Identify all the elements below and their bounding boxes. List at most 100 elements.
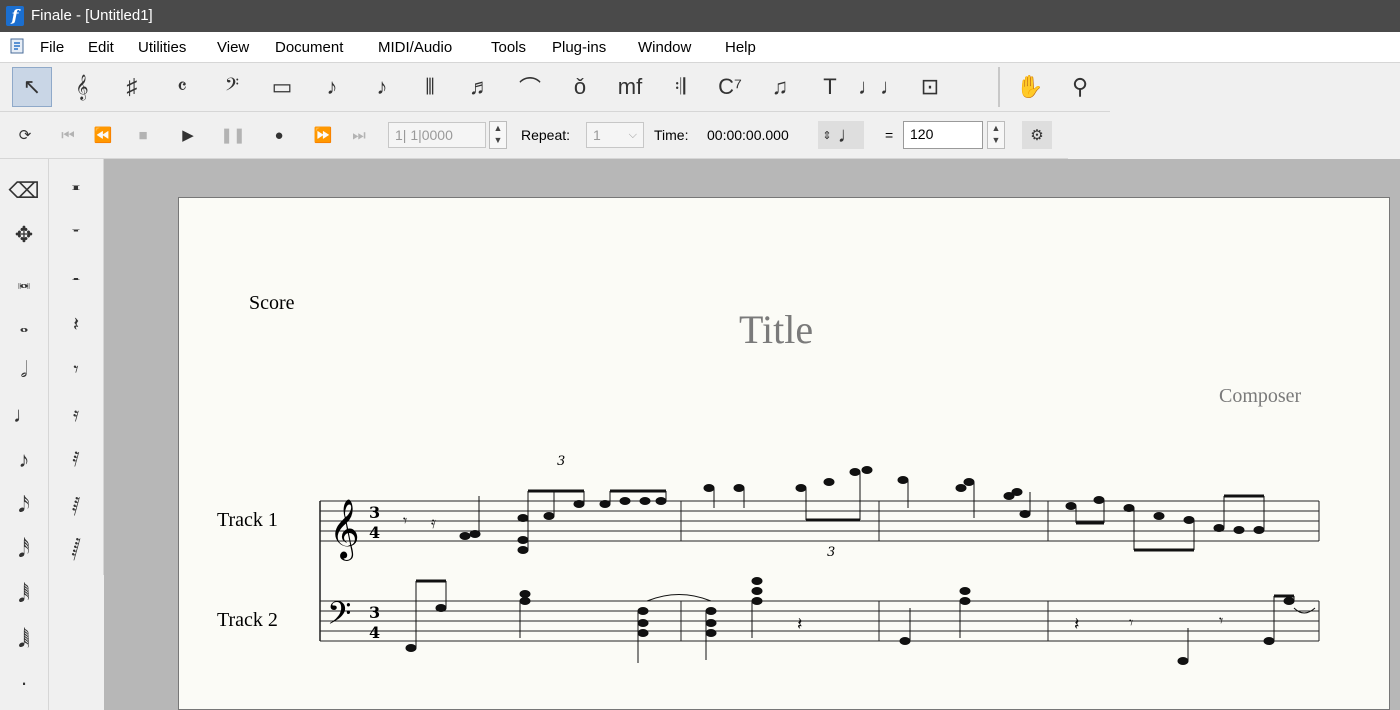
window-title: Finale - [Untitled1] (31, 7, 153, 24)
eighth-note-icon[interactable]: ♪ (6, 442, 42, 478)
sixteenth-rest-icon[interactable]: 𝄿 (58, 397, 94, 433)
double-whole-note-icon[interactable]: 𝅜 (6, 263, 42, 299)
time-sig-top-1[interactable]: 3 (369, 503, 380, 522)
refresh-icon[interactable]: ⟳ (10, 121, 40, 149)
text-tool-icon[interactable]: T (810, 67, 850, 107)
half-rest-icon[interactable]: 𝄼 (58, 263, 94, 299)
menu-plug-ins[interactable]: Plug-ins (552, 39, 606, 56)
track-1-notes[interactable]: 𝄾 𝄿 (403, 466, 1265, 554)
whole-rest-icon[interactable]: 𝄻 (58, 217, 94, 253)
lyrics-tool-icon[interactable]: ♫ (760, 67, 800, 107)
menu-utilities[interactable]: Utilities (138, 39, 186, 56)
time-display: 00:00:00.000 (707, 127, 789, 143)
eighth-rest-icon: 𝄾 (403, 513, 407, 530)
document-icon[interactable] (10, 38, 24, 54)
tuplet-label-2[interactable]: 3 (827, 545, 835, 560)
entry-tools-palette: ⌫ ✥ 𝅜 𝅝 𝅗𝅥 ♩ ♪ 𝅘𝅥𝅯 𝅘𝅥𝅰 𝅘𝅥𝅱 𝅘𝅥𝅲 · (0, 159, 49, 710)
score-page[interactable]: Score Title Composer Track 1 Track 2 𝄞 𝄢… (178, 197, 1390, 710)
one-twenty-eighth-rest-icon[interactable]: 𝅂 (58, 532, 94, 568)
dynamics-tool-icon[interactable]: mf (610, 67, 650, 107)
hand-grabber-tool-icon[interactable]: ✋ (1010, 67, 1050, 107)
time-signature-tool-icon[interactable]: 𝄴 (162, 67, 202, 107)
sixteenth-rest-icon: 𝄿 (431, 515, 436, 532)
eighth-rest-icon: 𝄾 (1129, 615, 1133, 632)
sixteenth-note-icon[interactable]: 𝅘𝅥𝅯 (6, 487, 42, 523)
thirty-second-note-icon[interactable]: 𝅘𝅥𝅰 (6, 532, 42, 568)
menu-window[interactable]: Window (638, 39, 691, 56)
bass-clef-icon[interactable]: 𝄢 (327, 595, 351, 639)
stop-icon[interactable]: ■ (128, 121, 158, 149)
bass-staff[interactable] (320, 600, 1319, 642)
updown-icon: ⇕ (822, 129, 832, 142)
tuplet-tool-icon[interactable]: ⫴ (410, 67, 450, 107)
speedy-entry-tool-icon[interactable]: ♪ (362, 67, 402, 107)
selection-tool-icon[interactable]: ↖ (12, 67, 52, 107)
tempo-note-selector[interactable]: ⇕ ♩ (818, 121, 864, 149)
tempo-equals: = (885, 127, 894, 143)
chord-tool-icon[interactable]: C⁷ (710, 67, 750, 107)
quarter-rest-icon: 𝄽 (1074, 614, 1080, 634)
double-whole-rest-icon[interactable]: 𝄺 (58, 173, 94, 209)
rewind-to-start-icon[interactable]: ⏮ (53, 121, 83, 149)
quarter-note-icon[interactable]: ♩ (6, 397, 42, 433)
whole-note-icon[interactable]: 𝅝 (6, 307, 42, 343)
expression-tool-icon[interactable]: ǒ (560, 67, 600, 107)
measure-counter-field[interactable]: 1| 1|0000 (388, 122, 486, 148)
quarter-rest-icon[interactable]: 𝄽 (58, 307, 94, 343)
treble-clef-icon[interactable]: 𝄞 (329, 499, 360, 561)
fast-forward-to-end-icon[interactable]: ⏭ (344, 121, 374, 149)
menu-midi-audio[interactable]: MIDI/Audio (378, 39, 452, 56)
time-label: Time: (654, 127, 689, 143)
barlines (680, 501, 1320, 641)
thirty-second-rest-icon[interactable]: 𝅀 (58, 442, 94, 478)
measure-counter-stepper[interactable]: ▲ ▼ (489, 121, 507, 149)
simple-entry-tool-icon[interactable]: ♪ (312, 67, 352, 107)
measure-tool-icon[interactable]: ▭ (262, 67, 302, 107)
menu-view[interactable]: View (217, 39, 249, 56)
play-icon[interactable]: ▶ (173, 121, 203, 149)
pause-icon[interactable]: ❚❚ (218, 121, 248, 149)
clef-tool-icon[interactable]: 𝄢 (212, 67, 252, 107)
repeat-select[interactable]: 1 ⌵ (586, 122, 644, 148)
rewind-icon[interactable]: ⏪ (88, 121, 118, 149)
half-note-icon[interactable]: 𝅗𝅥 (6, 352, 42, 388)
fast-forward-icon[interactable]: ⏩ (308, 121, 338, 149)
articulation-tool-icon[interactable]: ♬ (460, 67, 500, 107)
key-signature-tool-icon[interactable]: ♯ (112, 67, 152, 107)
sixty-fourth-rest-icon[interactable]: 𝅁 (58, 487, 94, 523)
page-layout-tool-icon[interactable]: ⊡ (910, 67, 950, 107)
playback-controls: ⟳ ⏮ ⏪ ■ ▶ ❚❚ ● ⏩ ⏭ 1| 1|0000 ▲ ▼ Repeat: … (0, 112, 1068, 159)
menu-file[interactable]: File (40, 39, 64, 56)
time-sig-top-2[interactable]: 3 (369, 603, 380, 622)
smart-shape-tool-icon[interactable]: ⌒ (510, 67, 550, 107)
toolbar-separator (998, 67, 1000, 107)
tuplet-label-1[interactable]: 3 (557, 454, 565, 469)
settings-gear-icon[interactable]: ⚙ (1022, 121, 1052, 149)
eighth-rest-icon: 𝄾 (1219, 613, 1223, 630)
eighth-rest-icon[interactable]: 𝄾 (58, 352, 94, 388)
music-notation[interactable]: 𝄞 𝄢 3 4 3 4 𝄾 𝄿 3 3 𝄽 𝄽 𝄾 𝄾 (179, 198, 1389, 709)
rest-tools-palette: 𝄺 𝄻 𝄼 𝄽 𝄾 𝄿 𝅀 𝅁 𝅂 (49, 159, 104, 575)
main-tool-palette: ↖ 𝄞 ♯ 𝄴 𝄢 ▭ ♪ ♪ ⫴ ♬ ⌒ ǒ mf 𝄇 C⁷ ♫ T ♩♩ ⊡ ✋ ⚲ (0, 63, 1110, 112)
repeat-label: Repeat: (521, 127, 571, 143)
repeat-tool-icon[interactable]: 𝄇 (660, 67, 700, 107)
menu-bar: File Edit Utilities View Document MIDI/A… (0, 32, 1400, 63)
time-sig-bottom-1[interactable]: 4 (369, 523, 380, 542)
menu-tools[interactable]: Tools (491, 39, 526, 56)
one-twenty-eighth-note-icon[interactable]: 𝅘𝅥𝅲 (6, 622, 42, 658)
menu-help[interactable]: Help (725, 39, 756, 56)
time-sig-bottom-2[interactable]: 4 (369, 623, 380, 642)
finale-app-icon[interactable]: f (6, 6, 24, 26)
menu-document[interactable]: Document (275, 39, 343, 56)
tempo-stepper[interactable]: ▲ ▼ (987, 121, 1005, 149)
sixty-fourth-note-icon[interactable]: 𝅘𝅥𝅱 (6, 577, 42, 613)
navigation-icon[interactable]: ✥ (6, 217, 42, 253)
special-tools-icon[interactable]: ♩♩ (858, 67, 902, 107)
staff-tool-icon[interactable]: 𝄞 (62, 67, 102, 107)
menu-edit[interactable]: Edit (88, 39, 114, 56)
tempo-input[interactable]: 120 (903, 121, 983, 149)
eraser-icon[interactable]: ⌫ (6, 173, 42, 209)
zoom-tool-icon[interactable]: ⚲ (1060, 67, 1100, 107)
augmentation-dot-icon[interactable]: · (6, 665, 42, 701)
record-icon[interactable]: ● (264, 121, 294, 149)
